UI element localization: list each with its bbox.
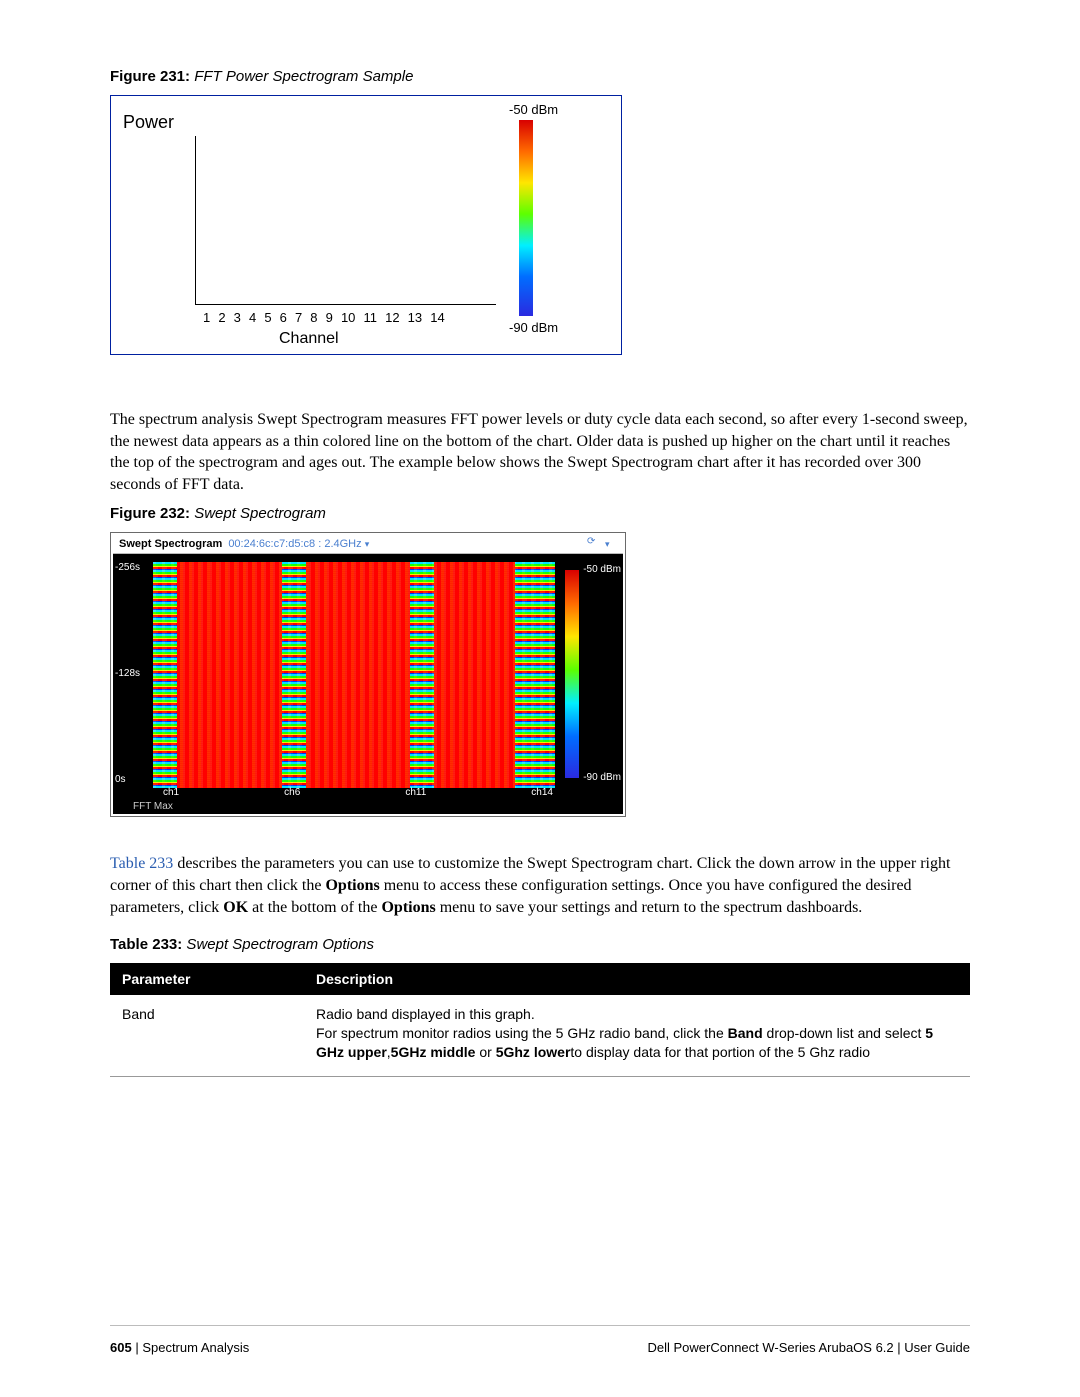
figure232-ylabel: -128s xyxy=(115,668,140,679)
figure231-caption-bold: Figure 231: xyxy=(110,68,190,85)
cell-parameter: Band xyxy=(110,995,304,1076)
figure231-caption: Figure 231: FFT Power Spectrogram Sample xyxy=(110,68,970,85)
xtick: 4 xyxy=(249,310,256,325)
paragraph-options-description: Table 233 describes the parameters you c… xyxy=(110,853,970,918)
footer-right: Dell PowerConnect W-Series ArubaOS 6.2 |… xyxy=(648,1340,971,1355)
figure232-caption-ital: Swept Spectrogram xyxy=(190,505,326,522)
table-header-parameter: Parameter xyxy=(110,963,304,995)
figure232-fftmax-label: FFT Max xyxy=(133,801,173,812)
figure232-header: Swept Spectrogram 00:24:6c:c7:d5:c8 : 2.… xyxy=(113,535,623,554)
chevron-down-icon: ▾ xyxy=(605,539,610,549)
figure231-colorbar-bottom-label: -90 dBm xyxy=(509,320,558,335)
figure232-xscale: ch1 ch6 ch11 ch14 xyxy=(163,787,553,798)
figure232-caption: Figure 232: Swept Spectrogram xyxy=(110,505,970,522)
figure231-ylabel: Power xyxy=(123,112,174,133)
xtick: 12 xyxy=(385,310,399,325)
page-number: 605 xyxy=(110,1340,132,1355)
refresh-icon[interactable] xyxy=(587,538,599,550)
figure231-axes xyxy=(195,136,496,305)
footer-section: Spectrum Analysis xyxy=(142,1340,249,1355)
figure231-colorbar-zone: -50 dBm -90 dBm xyxy=(499,102,599,354)
table233-link[interactable]: Table 233 xyxy=(110,855,173,872)
document-page: Figure 231: FFT Power Spectrogram Sample… xyxy=(0,0,1080,1397)
page-footer: 605 | Spectrum Analysis Dell PowerConnec… xyxy=(110,1325,970,1355)
figure231-xlabel: Channel xyxy=(279,330,339,348)
figure231-xticks: 1 2 3 4 5 6 7 8 9 10 11 12 13 14 xyxy=(203,310,503,325)
figure231-caption-ital: FFT Power Spectrogram Sample xyxy=(190,68,413,85)
xtick: 6 xyxy=(280,310,287,325)
figure232-xlabel: ch6 xyxy=(284,787,300,798)
figure232-xlabel: ch11 xyxy=(405,787,426,798)
figure232-title: Swept Spectrogram xyxy=(119,538,222,550)
xtick: 3 xyxy=(234,310,241,325)
figure232-ylabel: 0s xyxy=(115,774,126,785)
figure232-device-label: 00:24:6c:c7:d5:c8 : 2.4GHz xyxy=(228,538,361,550)
figure232-colorbar-top-label: -50 dBm xyxy=(583,564,621,575)
figure232-chart: Swept Spectrogram 00:24:6c:c7:d5:c8 : 2.… xyxy=(110,532,626,817)
xtick: 5 xyxy=(264,310,271,325)
xtick: 2 xyxy=(218,310,225,325)
footer-left: 605 | Spectrum Analysis xyxy=(110,1340,249,1355)
figure232-caption-bold: Figure 232: xyxy=(110,505,190,522)
table233: Parameter Description Band Radio band di… xyxy=(110,963,970,1077)
table-row: Band Radio band displayed in this graph.… xyxy=(110,995,970,1076)
paragraph-swept-description: The spectrum analysis Swept Spectrogram … xyxy=(110,409,970,495)
footer-sep: | xyxy=(132,1340,143,1355)
xtick: 9 xyxy=(326,310,333,325)
xtick: 10 xyxy=(341,310,355,325)
table-header-description: Description xyxy=(304,963,970,995)
chart-menu-dropdown[interactable]: ▾ xyxy=(605,538,617,550)
figure231-plot-area: Power 1 2 3 4 5 6 7 8 9 10 11 12 13 14 C… xyxy=(129,106,499,334)
xtick: 1 xyxy=(203,310,210,325)
table233-caption-ital: Swept Spectrogram Options xyxy=(182,936,374,953)
cell-description: Radio band displayed in this graph. For … xyxy=(304,995,970,1076)
figure232-xlabel: ch14 xyxy=(531,787,553,798)
figure231-colorbar xyxy=(519,120,533,316)
table-header-row: Parameter Description xyxy=(110,963,970,995)
figure232-canvas: -256s -128s 0s -50 dBm -90 dBm ch xyxy=(113,554,623,814)
xtick: 14 xyxy=(430,310,444,325)
table233-caption-bold: Table 233: xyxy=(110,936,182,953)
xtick: 7 xyxy=(295,310,302,325)
figure232-colorbar xyxy=(565,570,579,778)
figure232-device-dropdown[interactable]: 00:24:6c:c7:d5:c8 : 2.4GHz ▾ xyxy=(228,538,369,550)
figure231-chart: Power 1 2 3 4 5 6 7 8 9 10 11 12 13 14 C… xyxy=(110,95,622,355)
figure231-colorbar-top-label: -50 dBm xyxy=(509,102,558,117)
xtick: 11 xyxy=(364,310,378,325)
chevron-down-icon: ▾ xyxy=(365,539,370,549)
figure232-xlabel: ch1 xyxy=(163,787,179,798)
figure232-ylabel: -256s xyxy=(115,562,140,573)
table233-caption: Table 233: Swept Spectrogram Options xyxy=(110,936,970,953)
xtick: 13 xyxy=(408,310,422,325)
figure232-colorbar-bottom-label: -90 dBm xyxy=(583,772,621,783)
xtick: 8 xyxy=(310,310,317,325)
figure232-spectrogram xyxy=(153,562,555,788)
